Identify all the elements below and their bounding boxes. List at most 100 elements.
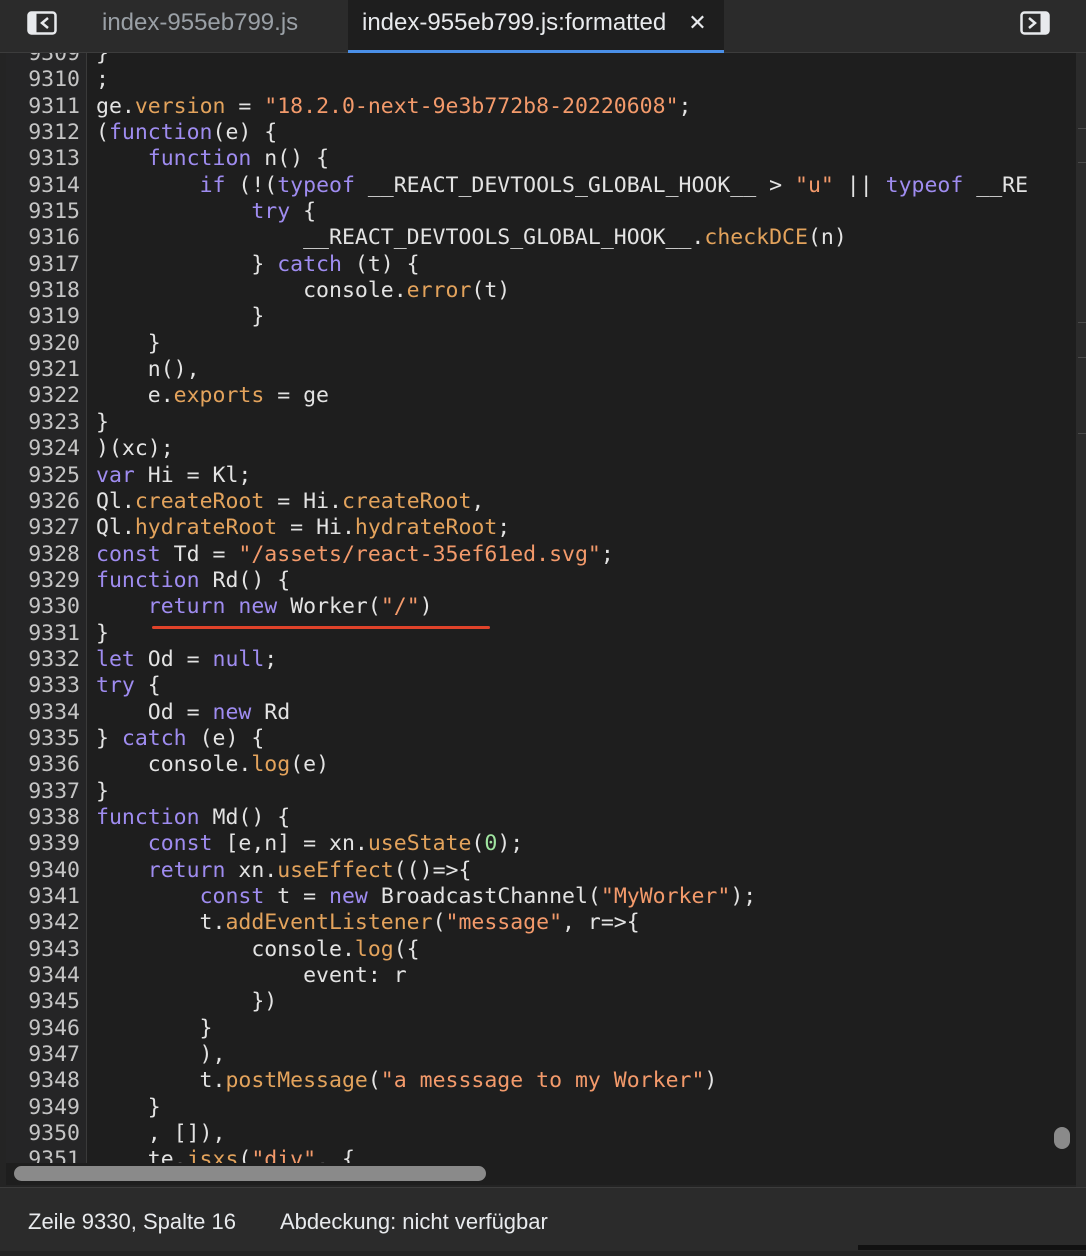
code-line[interactable]: 9345 }) xyxy=(6,989,1076,1015)
code-editor[interactable]: 9309} 9310; 9311 ge.version = "18.2.0-next-… xyxy=(6,53,1076,1163)
code-line[interactable]: 9315 try { xyxy=(6,199,1076,225)
line-number[interactable]: 9315 xyxy=(6,199,80,225)
code-line[interactable]: 9309} xyxy=(6,53,1076,67)
code-line[interactable]: 9318 console.error(t) xyxy=(6,278,1076,304)
code-line[interactable]: 9340 return xn.useEffect(()=>{ xyxy=(6,858,1076,884)
code-line[interactable]: 9320 } xyxy=(6,331,1076,357)
code-line[interactable]: 9341 const t = new BroadcastChannel("MyW… xyxy=(6,884,1076,910)
code-text: let Od = null; xyxy=(96,646,278,672)
line-number[interactable]: 9331 xyxy=(6,621,80,647)
close-icon[interactable]: ✕ xyxy=(688,10,706,35)
code-line[interactable]: 9312 (function(e) { xyxy=(6,120,1076,146)
line-number[interactable]: 9338 xyxy=(6,805,80,831)
tab-source-file[interactable]: index-955eb799.js xyxy=(88,0,312,50)
code-line[interactable]: 9322 e.exports = ge xyxy=(6,383,1076,409)
code-line[interactable]: 9337} xyxy=(6,779,1076,805)
code-line[interactable]: 9347 ), xyxy=(6,1042,1076,1068)
horizontal-scrollbar[interactable] xyxy=(6,1163,1076,1185)
code-line[interactable]: 9317 } catch (t) { xyxy=(6,252,1076,278)
code-text: (function(e) { xyxy=(96,120,278,146)
code-line[interactable]: 9325 var Hi = Kl; xyxy=(6,463,1076,489)
code-line[interactable]: 9329 function Rd() { xyxy=(6,568,1076,594)
code-line[interactable]: 9323} xyxy=(6,410,1076,436)
line-number[interactable]: 9340 xyxy=(6,858,80,884)
code-line[interactable]: 9332 let Od = null; xyxy=(6,647,1076,673)
line-number[interactable]: 9345 xyxy=(6,989,80,1015)
code-line[interactable]: 9346 } xyxy=(6,1016,1076,1042)
sidebar-expand-icon[interactable] xyxy=(1020,11,1050,35)
horizontal-scrollbar-thumb[interactable] xyxy=(14,1166,486,1181)
line-number[interactable]: 9312 xyxy=(6,120,80,146)
line-number[interactable]: 9346 xyxy=(6,1016,80,1042)
line-number[interactable]: 9323 xyxy=(6,410,80,436)
code-line[interactable]: 9339 const [e,n] = xn.useState(0); xyxy=(6,831,1076,857)
line-number[interactable]: 9314 xyxy=(6,173,80,199)
code-line[interactable]: 9350 , []), xyxy=(6,1121,1076,1147)
code-line[interactable]: 9326 Ql.createRoot = Hi.createRoot, xyxy=(6,489,1076,515)
line-number[interactable]: 9328 xyxy=(6,542,80,568)
code-line[interactable]: 9311 ge.version = "18.2.0-next-9e3b772b8-… xyxy=(6,94,1076,120)
code-line[interactable]: 9336 console.log(e) xyxy=(6,752,1076,778)
line-number[interactable]: 9321 xyxy=(6,357,80,383)
line-number[interactable]: 9329 xyxy=(6,568,80,594)
line-number[interactable]: 9324 xyxy=(6,436,80,462)
line-number[interactable]: 9322 xyxy=(6,383,80,409)
line-number[interactable]: 9339 xyxy=(6,831,80,857)
code-line[interactable]: 9338 function Md() { xyxy=(6,805,1076,831)
line-number[interactable]: 9319 xyxy=(6,304,80,330)
line-number[interactable]: 9326 xyxy=(6,489,80,515)
line-number[interactable]: 9325 xyxy=(6,463,80,489)
code-text: } xyxy=(96,53,109,66)
line-number[interactable]: 9343 xyxy=(6,937,80,963)
line-number[interactable]: 9310 xyxy=(6,67,80,93)
code-line[interactable]: 9333 try { xyxy=(6,673,1076,699)
line-number[interactable]: 9332 xyxy=(6,647,80,673)
vertical-scrollbar-thumb[interactable] xyxy=(1054,1127,1070,1149)
code-line[interactable]: 9351 te.jsxs("div", { xyxy=(6,1147,1076,1163)
code-line[interactable]: 9348 t.postMessage("a messsage to my Wor… xyxy=(6,1068,1076,1094)
code-line[interactable]: 9328 const Td = "/assets/react-35ef61ed.s… xyxy=(6,542,1076,568)
code-line[interactable]: 9331} xyxy=(6,621,1076,647)
line-number[interactable]: 9347 xyxy=(6,1042,80,1068)
tab-formatted-file[interactable]: index-955eb799.js:formatted ✕ xyxy=(348,0,724,53)
line-number[interactable]: 9313 xyxy=(6,146,80,172)
code-text: console.log(e) xyxy=(96,752,330,778)
line-number[interactable]: 9320 xyxy=(6,331,80,357)
code-line[interactable]: 9314 if (!(typeof __REACT_DEVTOOLS_GLOBA… xyxy=(6,173,1076,199)
sidebar-collapse-icon[interactable] xyxy=(27,11,57,35)
code-line[interactable]: 9342 t.addEventListener("message", r=>{ xyxy=(6,910,1076,936)
code-line[interactable]: 9316 __REACT_DEVTOOLS_GLOBAL_HOOK__.chec… xyxy=(6,225,1076,251)
line-number[interactable]: 9327 xyxy=(6,515,80,541)
code-line[interactable]: 9343 console.log({ xyxy=(6,937,1076,963)
line-number[interactable]: 9351 xyxy=(6,1147,80,1163)
line-number[interactable]: 9349 xyxy=(6,1095,80,1121)
code-line[interactable]: 9313 function n() { xyxy=(6,146,1076,172)
code-line[interactable]: 9310; xyxy=(6,67,1076,93)
line-number[interactable]: 9337 xyxy=(6,779,80,805)
line-number[interactable]: 9311 xyxy=(6,94,80,120)
code-line[interactable]: 9330 return new Worker("/") xyxy=(6,594,1076,620)
line-number[interactable]: 9335 xyxy=(6,726,80,752)
line-number[interactable]: 9344 xyxy=(6,963,80,989)
code-line[interactable]: 9349 } xyxy=(6,1095,1076,1121)
line-number[interactable]: 9341 xyxy=(6,884,80,910)
line-number[interactable]: 9309 xyxy=(6,53,80,67)
line-number[interactable]: 9316 xyxy=(6,225,80,251)
cursor-position[interactable]: Zeile 9330, Spalte 16 xyxy=(28,1188,236,1256)
code-line[interactable]: 9319 } xyxy=(6,304,1076,330)
line-number[interactable]: 9330 xyxy=(6,594,80,620)
line-number[interactable]: 9318 xyxy=(6,278,80,304)
code-line[interactable]: 9335} catch (e) { xyxy=(6,726,1076,752)
code-line[interactable]: 9334 Od = new Rd xyxy=(6,700,1076,726)
code-line[interactable]: 9344 event: r xyxy=(6,963,1076,989)
line-number[interactable]: 9317 xyxy=(6,252,80,278)
line-number[interactable]: 9342 xyxy=(6,910,80,936)
code-line[interactable]: 9324)(xc); xyxy=(6,436,1076,462)
line-number[interactable]: 9333 xyxy=(6,673,80,699)
line-number[interactable]: 9334 xyxy=(6,700,80,726)
code-line[interactable]: 9327 Ql.hydrateRoot = Hi.hydrateRoot; xyxy=(6,515,1076,541)
code-line[interactable]: 9321 n(), xyxy=(6,357,1076,383)
line-number[interactable]: 9350 xyxy=(6,1121,80,1147)
line-number[interactable]: 9348 xyxy=(6,1068,80,1094)
line-number[interactable]: 9336 xyxy=(6,752,80,778)
